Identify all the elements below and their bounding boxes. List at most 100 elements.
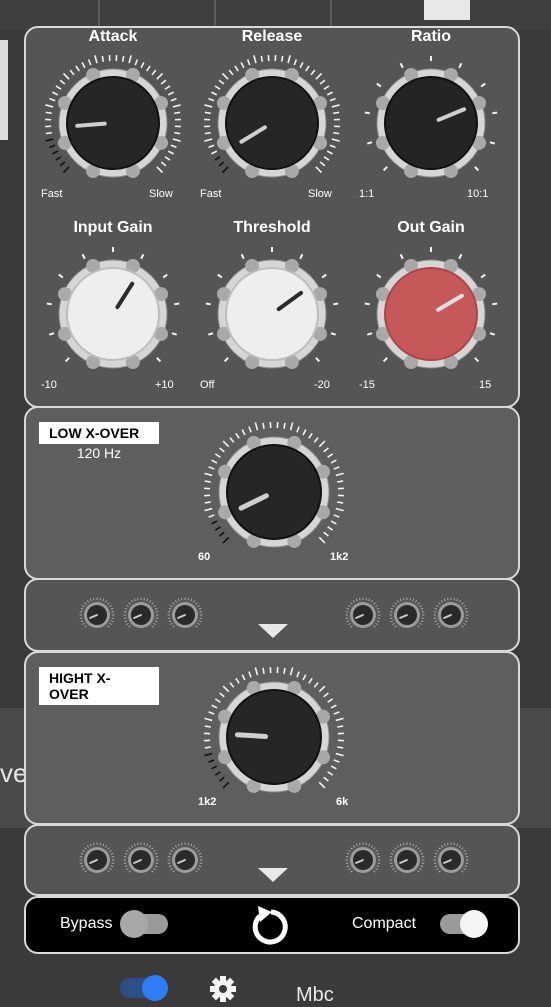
knob-tick (56, 157, 61, 160)
knob-tick (435, 853, 437, 854)
knob-tick (457, 599, 458, 601)
mini-knob[interactable] (78, 841, 116, 879)
bypass-toggle[interactable] (122, 914, 168, 934)
knob-tick (334, 712, 340, 714)
compact-toggle[interactable] (440, 914, 486, 934)
low-xover-value: 120 Hz (39, 445, 159, 461)
knob-tick (81, 608, 83, 609)
background-divider (98, 0, 100, 28)
knob-tick (204, 139, 212, 141)
mini-knob[interactable] (166, 841, 204, 879)
knob-tick (319, 441, 325, 447)
knob-tick (45, 139, 53, 141)
knob-title-attack: Attack (43, 28, 183, 46)
mini-knob[interactable] (122, 841, 160, 879)
knob-tick (365, 304, 370, 305)
expand-arrow-icon[interactable] (258, 868, 288, 882)
mini-knob[interactable] (344, 841, 382, 879)
knob-body (226, 77, 318, 169)
knob-tick (336, 754, 344, 756)
knob-tick (436, 868, 438, 869)
knob-tick (111, 866, 113, 867)
mini-knob[interactable] (432, 596, 470, 634)
knob-tick (56, 86, 61, 89)
knob-tick (316, 167, 322, 173)
knob-tick (218, 275, 222, 278)
knob-min-label-release: Fast (200, 188, 221, 200)
knob-tick (392, 605, 394, 606)
knob-tick (64, 74, 70, 80)
knob-tick (348, 850, 350, 851)
knob-tick (336, 718, 344, 720)
knob-tick (152, 626, 154, 628)
knob-tick (230, 683, 234, 688)
reset-icon[interactable] (248, 902, 294, 952)
knob-tick (169, 866, 171, 867)
knob-tick (155, 608, 157, 609)
gear-icon[interactable] (208, 974, 238, 1004)
bottom-navigation (0, 952, 551, 1002)
knob-tick (492, 304, 497, 305)
knob-tick (102, 56, 103, 62)
knob-tick (153, 868, 155, 869)
knob-tick (397, 600, 398, 602)
knob-ratio[interactable] (358, 50, 504, 196)
knob-tick (348, 868, 350, 869)
background-divider (214, 0, 216, 28)
bottom-nav-toggle[interactable] (120, 978, 166, 998)
knob-tick (105, 600, 106, 602)
knob-tick (333, 112, 339, 113)
expand-arrow-icon[interactable] (258, 624, 288, 638)
knob-tick (109, 623, 111, 624)
knob-tick (330, 99, 336, 101)
knob-tick (105, 845, 106, 847)
knob-tick (82, 605, 84, 606)
knob-tick (169, 621, 171, 622)
knob-out_gain[interactable] (358, 241, 504, 387)
knob-tick (103, 844, 104, 846)
knob-tick (95, 55, 97, 63)
mini-knob[interactable] (388, 596, 426, 634)
knob-tick (324, 532, 329, 536)
knob-tick (375, 623, 377, 624)
knob-tick (205, 726, 211, 727)
knob-tick (282, 56, 283, 62)
knob-tick (328, 772, 333, 775)
knob-tick (462, 626, 464, 628)
knob-tick (347, 608, 349, 609)
knob-tick (83, 254, 85, 258)
mini-knob[interactable] (388, 841, 426, 879)
knob-threshold[interactable] (199, 241, 345, 387)
knob-attack[interactable] (40, 50, 186, 196)
knob-tick (401, 254, 403, 258)
mini-knob[interactable] (122, 596, 160, 634)
knob-tick (465, 621, 467, 622)
knob-tick (351, 626, 353, 628)
mini-knob[interactable] (78, 596, 116, 634)
knob-tick (236, 433, 239, 438)
mini-knob[interactable] (344, 596, 382, 634)
bottom-nav-label[interactable]: Mbc (296, 984, 334, 1007)
knob-tick (223, 686, 229, 692)
knob-input_gain[interactable] (40, 241, 186, 387)
low-xover-min-label: 60 (198, 551, 210, 563)
knob-tick (314, 438, 318, 443)
knob-tick (351, 871, 353, 873)
knob-tick (465, 608, 467, 609)
high-xover-knob[interactable] (196, 659, 352, 815)
knob-tick (419, 850, 421, 851)
knob-tick (337, 502, 343, 503)
mini-knob[interactable] (166, 596, 204, 634)
knob-min-label-threshold: Off (200, 379, 214, 391)
knob-tick (347, 621, 349, 622)
knob-tick (334, 515, 340, 517)
background-slider-thumb (424, 0, 470, 20)
knob-tick (331, 521, 336, 524)
knob-tick (441, 845, 442, 847)
knob-tick (205, 112, 211, 113)
knob-tick (111, 608, 113, 609)
low-xover-knob[interactable] (196, 414, 352, 570)
knob-release[interactable] (199, 50, 345, 196)
knob-tick (211, 92, 216, 95)
mini-knob[interactable] (432, 841, 470, 879)
